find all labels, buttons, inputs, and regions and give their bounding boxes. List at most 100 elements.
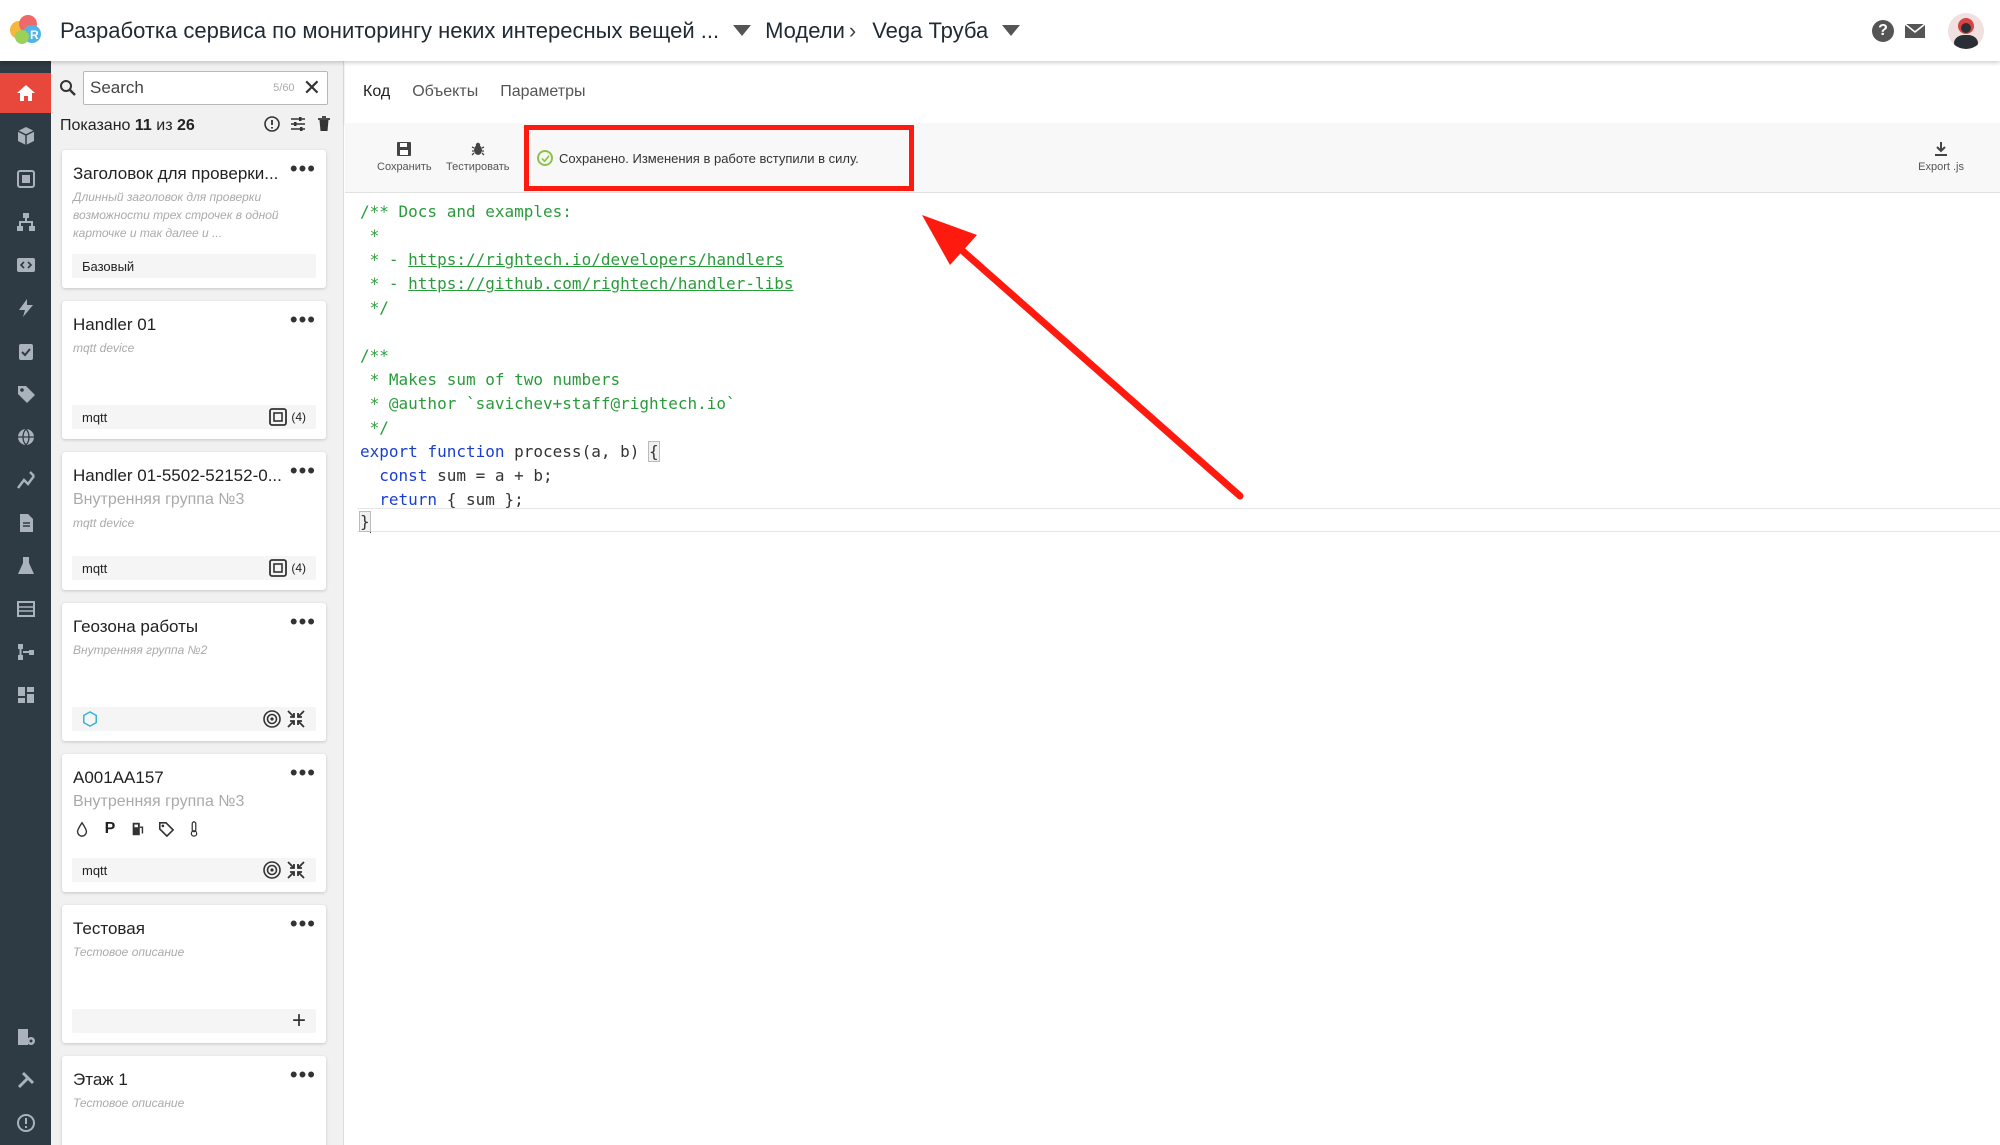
nav-handlers[interactable] bbox=[0, 245, 51, 285]
active-line-highlight bbox=[357, 508, 2000, 532]
results-count: Показано 11 из 26 bbox=[60, 117, 195, 135]
tab-parameters[interactable]: Параметры bbox=[500, 83, 585, 101]
device-icon bbox=[269, 408, 288, 426]
top-header: R Разработка сервиса по мониторингу неки… bbox=[0, 0, 2000, 61]
user-avatar[interactable] bbox=[1948, 12, 1984, 49]
nav-tasks[interactable] bbox=[0, 331, 51, 371]
export-js-button[interactable]: Export .js bbox=[1918, 141, 1964, 173]
card-description: mqtt device bbox=[73, 341, 135, 355]
info-circle-icon bbox=[16, 1114, 35, 1132]
nav-admin[interactable] bbox=[0, 1017, 51, 1057]
model-name[interactable]: Vega Труба bbox=[872, 18, 988, 44]
save-button[interactable]: Сохранить bbox=[377, 141, 432, 173]
tab-code[interactable]: Код bbox=[363, 83, 390, 101]
matched-brace: { bbox=[648, 441, 660, 462]
help-icon[interactable]: ? bbox=[1872, 19, 1894, 42]
nav-flows[interactable] bbox=[0, 632, 51, 672]
card-actions bbox=[262, 860, 306, 880]
nav-geo[interactable] bbox=[0, 417, 51, 457]
model-card[interactable]: Handler 01-5502-52152-0... ••• Внутрення… bbox=[62, 452, 326, 590]
clipboard-check-icon bbox=[18, 344, 33, 360]
nav-tools[interactable] bbox=[0, 1060, 51, 1100]
text-cursor bbox=[369, 512, 371, 533]
nav-documents[interactable] bbox=[0, 503, 51, 543]
more-options-icon[interactable]: ••• bbox=[290, 458, 316, 484]
nav-reports[interactable] bbox=[0, 460, 51, 500]
flask-icon bbox=[17, 557, 34, 574]
nav-home[interactable] bbox=[0, 73, 51, 113]
card-subtitle: Внутренняя группа №3 bbox=[73, 491, 245, 508]
more-options-icon[interactable]: ••• bbox=[290, 156, 316, 182]
card-tag: mqtt bbox=[82, 560, 108, 576]
shown-label: Показано bbox=[60, 117, 131, 134]
comment-prefix: * - bbox=[360, 274, 409, 293]
trash-icon[interactable] bbox=[315, 115, 333, 133]
github-link[interactable]: https://github.com/rightech/handler-libs bbox=[408, 274, 793, 293]
tab-objects[interactable]: Объекты bbox=[412, 83, 478, 101]
model-card[interactable]: Этаж 1 ••• Тестовое описание bbox=[62, 1056, 326, 1145]
more-options-icon[interactable]: ••• bbox=[290, 609, 316, 635]
card-description: Тестовое описание bbox=[73, 1096, 185, 1110]
search-input[interactable] bbox=[90, 78, 260, 98]
code-line: * - https://github.com/rightech/handler-… bbox=[360, 272, 794, 296]
nav-lab[interactable] bbox=[0, 546, 51, 586]
more-options-icon[interactable]: ••• bbox=[290, 760, 316, 786]
cube-icon bbox=[17, 127, 34, 145]
nav-models[interactable] bbox=[0, 116, 51, 156]
main-panel: Код Объекты Параметры Сохранить Тестиров… bbox=[345, 61, 2000, 1145]
code-line: * bbox=[360, 226, 380, 245]
more-options-icon[interactable]: ••• bbox=[290, 911, 316, 937]
docs-link[interactable]: https://rightech.io/developers/handlers bbox=[408, 250, 784, 269]
object-count-value: (4) bbox=[291, 410, 306, 424]
chart-pencil-icon bbox=[16, 471, 35, 489]
clear-search-icon[interactable]: ✕ bbox=[303, 77, 321, 99]
document-icon bbox=[19, 514, 33, 532]
card-subtitle: Внутренняя группа №3 bbox=[73, 793, 245, 810]
card-description: Длинный заголовок для проверки возможнос… bbox=[73, 190, 279, 240]
section-link[interactable]: Модели bbox=[765, 18, 845, 44]
download-icon bbox=[1935, 142, 1948, 156]
model-card[interactable]: A001AA157 ••• Внутренняя группа №3 P mqt… bbox=[62, 754, 326, 892]
plus-icon[interactable]: + bbox=[292, 1009, 306, 1033]
model-card[interactable]: Тестовая ••• Тестовое описание + bbox=[62, 905, 326, 1043]
save-label: Сохранить bbox=[377, 161, 432, 173]
code-editor[interactable]: /** Docs and examples: * * - https://rig… bbox=[345, 194, 2000, 1145]
collapse-icon[interactable] bbox=[286, 709, 306, 729]
test-button[interactable]: Тестировать bbox=[446, 141, 510, 173]
search-icon bbox=[60, 80, 76, 96]
model-card[interactable]: Геозона работы ••• Внутренняя группа №2 bbox=[62, 603, 326, 741]
nav-objects[interactable] bbox=[0, 159, 51, 199]
more-options-icon[interactable]: ••• bbox=[290, 307, 316, 333]
target-icon[interactable] bbox=[262, 709, 282, 729]
left-nav-rail bbox=[0, 61, 51, 1145]
model-card[interactable]: Handler 01 ••• mqtt device mqtt (4) bbox=[62, 301, 326, 439]
nav-tags[interactable] bbox=[0, 374, 51, 414]
globe-icon bbox=[17, 428, 34, 446]
nav-groups[interactable] bbox=[0, 202, 51, 242]
project-title[interactable]: Разработка сервиса по мониторингу неких … bbox=[60, 18, 719, 44]
save-status-message: Сохранено. Изменения в работе вступили в… bbox=[524, 125, 914, 191]
nav-tables[interactable] bbox=[0, 589, 51, 629]
target-icon[interactable] bbox=[262, 860, 282, 880]
keyword: export bbox=[360, 442, 418, 461]
model-card[interactable]: Заголовок для проверки... ••• Длинный за… bbox=[62, 150, 326, 288]
code-line: const sum = a + b; bbox=[360, 464, 552, 488]
card-actions: + bbox=[292, 1009, 306, 1033]
mail-icon[interactable] bbox=[1904, 22, 1926, 39]
nav-dashboards[interactable] bbox=[0, 675, 51, 715]
app-logo-icon[interactable]: R bbox=[6, 12, 46, 48]
bug-icon bbox=[471, 142, 485, 156]
more-options-icon[interactable]: ••• bbox=[290, 1062, 316, 1088]
comment-prefix: * - bbox=[360, 250, 409, 269]
collapse-icon[interactable] bbox=[286, 860, 306, 880]
alert-filter-icon[interactable] bbox=[263, 115, 281, 133]
card-tag: mqtt bbox=[82, 862, 108, 878]
filter-settings-icon[interactable] bbox=[289, 115, 307, 133]
keyword: return bbox=[379, 490, 438, 509]
thermometer-icon bbox=[185, 820, 203, 838]
project-dropdown-icon[interactable] bbox=[733, 25, 752, 36]
model-dropdown-icon[interactable] bbox=[1002, 25, 1021, 36]
nav-events[interactable] bbox=[0, 288, 51, 328]
fuel-icon bbox=[129, 820, 147, 838]
nav-about[interactable] bbox=[0, 1103, 51, 1143]
